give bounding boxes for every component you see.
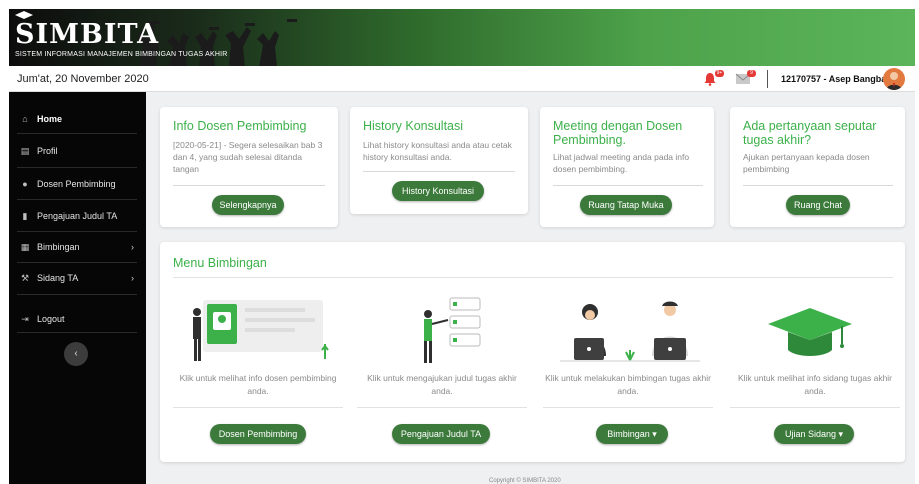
sidebar-divider	[17, 199, 137, 200]
notification-button[interactable]: 9+	[703, 70, 724, 86]
bimbingan-dropdown-button[interactable]: Bimbingan ▾	[596, 424, 668, 444]
sidebar-item-home[interactable]: ⌂ Home	[9, 104, 146, 134]
column-divider	[357, 407, 527, 408]
user-avatar-icon	[886, 72, 902, 90]
card-divider	[363, 171, 515, 172]
app-tagline: SISTEM INFORMASI MANAJEMEN BIMBINGAN TUG…	[15, 51, 228, 58]
card-title: Meeting dengan Dosen Pembimbing.	[553, 119, 683, 147]
card-text: Lihat history konsultasi anda atau cetak…	[363, 140, 512, 162]
sidebar-toggle-button[interactable]: ‹	[64, 342, 88, 366]
infobar-divider	[767, 70, 768, 88]
info-bar: Jum'at, 20 November 2020 9+ 9 12170757 -…	[9, 66, 915, 92]
sidebar-item-label: Home	[37, 114, 63, 124]
pengajuan-judul-button[interactable]: Pengajuan Judul TA	[392, 424, 490, 444]
app-logo[interactable]: SIMBITA	[15, 19, 159, 50]
sidebar-divider	[17, 332, 137, 333]
user-name[interactable]: 12170757 - Asep Bangbang	[781, 74, 897, 84]
book-icon: ▮	[22, 210, 28, 221]
sidebar-divider	[17, 133, 137, 134]
sidebar: ⌂ Home ▤ Profil ● Dosen Pembimbing ▮ Pen…	[9, 92, 146, 484]
card-meeting-dosen: Meeting dengan Dosen Pembimbing. Lihat j…	[540, 107, 714, 227]
pengajuan-judul-illustration	[424, 297, 481, 363]
menu-divider	[173, 277, 893, 278]
card-info-dosen: Info Dosen Pembimbing [2020-05-21] - Seg…	[160, 107, 338, 227]
card-divider	[173, 185, 325, 186]
avatar[interactable]	[883, 68, 905, 90]
bimbingan-illustration	[560, 301, 700, 362]
ruang-tatap-muka-button[interactable]: Ruang Tatap Muka	[580, 195, 672, 215]
app-frame: SIMBITA SISTEM INFORMASI MANAJEMEN BIMBI…	[9, 9, 915, 484]
sidebar-item-label: Dosen Pembimbing	[37, 179, 116, 189]
sidang-description: Klik untuk melihat info sidang tugas akh…	[737, 373, 893, 396]
dosen-pembimbing-button[interactable]: Dosen Pembimbing	[210, 424, 306, 444]
dosen-info-illustration	[193, 300, 329, 361]
sidebar-item-sidang-ta[interactable]: ⚒ Sidang TA ›	[9, 263, 146, 293]
card-title: History Konsultasi	[363, 119, 464, 133]
sidebar-item-dosen-pembimbing[interactable]: ● Dosen Pembimbing	[9, 169, 146, 199]
chevron-right-icon: ›	[131, 242, 134, 252]
sidebar-item-label: Bimbingan	[37, 242, 80, 252]
sidebar-divider	[17, 294, 137, 295]
card-divider	[743, 185, 893, 186]
dosen-pembimbing-description: Klik untuk melihat info dosen pembimbing…	[179, 373, 337, 396]
column-divider	[730, 407, 900, 408]
header-banner: SIMBITA SISTEM INFORMASI MANAJEMEN BIMBI…	[9, 9, 915, 66]
selengkapnya-button[interactable]: Selengkapnya	[212, 195, 284, 215]
sidebar-item-logout[interactable]: ⇥ Logout	[9, 304, 146, 334]
user-icon: ●	[22, 179, 28, 189]
sidebar-item-label: Sidang TA	[37, 273, 79, 283]
message-button[interactable]: 9	[735, 70, 756, 86]
notification-badge: 9+	[715, 70, 724, 77]
sidebar-item-label: Profil	[37, 146, 58, 156]
menu-bimbingan-panel: Menu Bimbingan Klik untuk melihat info d…	[160, 242, 905, 462]
message-badge: 9	[747, 70, 756, 77]
card-divider	[553, 185, 703, 186]
card-pertanyaan: Ada pertanyaan seputar tugas akhir? Ajuk…	[730, 107, 905, 227]
chevron-right-icon: ›	[131, 273, 134, 283]
card-history-konsultasi: History Konsultasi Lihat history konsult…	[350, 107, 528, 214]
ruang-chat-button[interactable]: Ruang Chat	[786, 195, 850, 215]
current-date: Jum'at, 20 November 2020	[17, 73, 149, 85]
sidebar-item-profil[interactable]: ▤ Profil	[9, 136, 146, 166]
calendar-icon: ▦	[20, 241, 30, 252]
pengajuan-judul-description: Klik untuk mengajukan judul tugas akhir …	[367, 373, 517, 396]
sidang-graduation-illustration	[768, 308, 852, 356]
menu-title: Menu Bimbingan	[173, 256, 267, 270]
column-divider	[543, 407, 713, 408]
card-title: Ada pertanyaan seputar tugas akhir?	[743, 119, 877, 147]
bimbingan-description: Klik untuk melakukan bimbingan tugas akh…	[545, 373, 711, 396]
gavel-icon: ⚒	[20, 272, 30, 283]
history-konsultasi-button[interactable]: History Konsultasi	[392, 181, 484, 201]
card-text: Lihat jadwal meeting anda pada info dose…	[553, 152, 690, 174]
column-divider	[173, 407, 343, 408]
id-card-icon: ▤	[20, 145, 30, 156]
ujian-sidang-dropdown-button[interactable]: Ujian Sidang ▾	[774, 424, 854, 444]
sidebar-divider	[17, 167, 137, 168]
logout-icon: ⇥	[21, 313, 29, 324]
card-text: Ajukan pertanyaan kepada dosen pembimbin…	[743, 152, 870, 174]
card-title: Info Dosen Pembimbing	[173, 119, 307, 133]
sidebar-item-label: Logout	[37, 314, 65, 324]
home-icon: ⌂	[22, 114, 28, 124]
sidebar-item-label: Pengajuan Judul TA	[37, 211, 118, 221]
sidebar-item-bimbingan[interactable]: ▦ Bimbingan ›	[9, 232, 146, 262]
sidebar-item-pengajuan-judul[interactable]: ▮ Pengajuan Judul TA	[9, 201, 146, 231]
footer-copyright: Copyright © SIMBITA 2020	[489, 478, 561, 484]
card-text: [2020-05-21] - Segera selesaikan bab 3 d…	[173, 140, 323, 174]
